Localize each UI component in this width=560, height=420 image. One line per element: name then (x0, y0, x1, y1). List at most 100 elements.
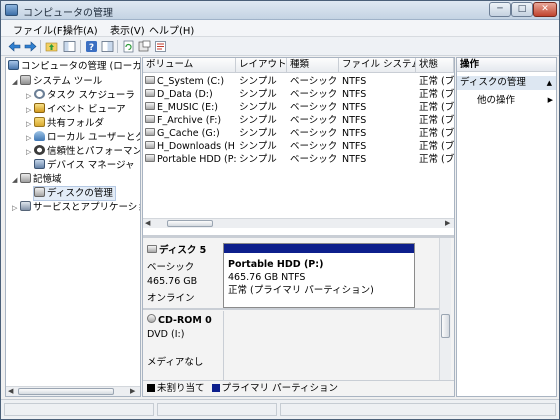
cell-status: 正常 (ブ (419, 101, 454, 114)
expand-arrow-icon[interactable]: ▷ (26, 118, 34, 131)
show-tree-icon[interactable] (63, 40, 76, 53)
volume-icon (145, 154, 155, 162)
scroll-left-icon[interactable]: ◀ (8, 387, 13, 395)
menu-file[interactable]: ファイル(F) (13, 22, 67, 37)
tree-item-services-apps[interactable]: ▷ サービスとアプリケーション (12, 201, 140, 215)
back-icon[interactable] (8, 40, 21, 53)
volume-row[interactable]: Portable HDD (P:) シンプル ベーシック NTFS 正常 (ブ (143, 153, 454, 166)
disk-map-vertical-scrollbar[interactable] (439, 238, 451, 383)
scroll-right-icon[interactable]: ▶ (130, 387, 135, 395)
volume-row[interactable]: D_Data (D:) シンプル ベーシック NTFS 正常 (ブ (143, 88, 454, 101)
tree-item-system-tools[interactable]: ◢ システム ツール (12, 75, 102, 88)
expand-arrow-icon[interactable]: ▷ (26, 132, 34, 145)
partition-name: Portable HDD (P:) (228, 259, 324, 270)
cell-type: ベーシック (290, 101, 339, 114)
cell-type: ベーシック (290, 153, 339, 166)
cell-filesystem-text: NTFS (342, 102, 367, 113)
tools-icon (20, 75, 31, 85)
collapse-up-icon[interactable]: ▲ (547, 76, 552, 90)
cell-status: 正常 (ブ (419, 75, 454, 88)
minimize-button[interactable]: ─ (489, 2, 511, 17)
collapse-arrow-icon[interactable]: ◢ (12, 76, 20, 89)
expand-arrow-icon[interactable]: ▷ (26, 146, 34, 159)
partition-portable-hdd[interactable]: Portable HDD (P:) 465.76 GB NTFS 正常 (プライ… (223, 243, 415, 308)
tree-item-device-manager[interactable]: デバイス マネージャ (34, 159, 135, 172)
column-header-layout[interactable]: レイアウト (236, 58, 287, 73)
refresh-icon[interactable] (122, 40, 135, 53)
column-header-status[interactable]: 状態 (416, 58, 454, 73)
maximize-button[interactable]: □ (511, 2, 533, 17)
volume-row[interactable]: C_System (C:) シンプル ベーシック NTFS 正常 (ブ (143, 75, 454, 88)
cell-status-text: 正常 (ブ (419, 141, 454, 152)
volume-icon (145, 115, 155, 123)
computer-management-window: コンピュータの管理 ─ □ ✕ ファイル(F) 操作(A) 表示(V) ヘルプ(… (0, 0, 560, 420)
forward-icon[interactable] (24, 40, 37, 53)
properties-icon[interactable] (154, 40, 167, 53)
volume-list-horizontal-scrollbar[interactable]: ◀ ▶ (143, 218, 454, 228)
column-header-volume[interactable]: ボリューム (143, 58, 236, 73)
expand-arrow-icon[interactable]: ▷ (26, 104, 34, 117)
cell-volume: Portable HDD (P:) (145, 153, 236, 166)
view-icon[interactable] (101, 40, 114, 53)
event-viewer-icon (34, 103, 45, 113)
cell-layout-text: シンプル (239, 102, 277, 113)
partition-size: 465.76 GB NTFS (228, 272, 306, 283)
cell-filesystem: NTFS (342, 153, 416, 166)
cell-status: 正常 (ブ (419, 127, 454, 140)
users-icon (34, 131, 45, 141)
cell-layout: シンプル (239, 140, 287, 153)
cell-type-text: ベーシック (290, 102, 338, 113)
tree-item-reliability[interactable]: ▷ 信頼性とパフォーマンス (26, 145, 140, 159)
action-other-operations[interactable]: 他の操作 ▶ (477, 94, 555, 107)
volume-row[interactable]: H_Downloads (H:) シンプル ベーシック NTFS 正常 (ブ (143, 140, 454, 153)
tree-horizontal-scrollbar[interactable]: ◀ ▶ (6, 386, 140, 396)
up-folder-icon[interactable] (45, 40, 58, 53)
toolbar: ? (1, 37, 559, 56)
tree-label: 共有フォルダ (47, 118, 105, 129)
close-button[interactable]: ✕ (533, 2, 557, 17)
tree-label: サービスとアプリケーション (33, 202, 140, 213)
tree-item-task-scheduler[interactable]: ▷ タスク スケジューラ (26, 89, 135, 102)
cell-type: ベーシック (290, 88, 339, 101)
disk-5-label[interactable]: ディスク 5 ベーシック 465.76 GB オンライン (147, 242, 219, 304)
collapse-arrow-icon[interactable]: ◢ (12, 174, 20, 187)
tree-item-shared-folders[interactable]: ▷ 共有フォルダ (26, 117, 104, 130)
scroll-right-icon[interactable]: ▶ (445, 219, 450, 227)
volume-row[interactable]: F_Archive (F:) シンプル ベーシック NTFS 正常 (ブ (143, 114, 454, 127)
svg-text:?: ? (89, 43, 94, 53)
cell-status: 正常 (ブ (419, 114, 454, 127)
cell-filesystem: NTFS (342, 140, 416, 153)
tree-item-event-viewer[interactable]: ▷ イベント ビューア (26, 103, 126, 116)
scroll-left-icon[interactable]: ◀ (145, 219, 150, 227)
menu-help[interactable]: ヘルプ(H) (149, 22, 194, 37)
column-header-filesystem[interactable]: ファイル システム (339, 58, 416, 73)
volume-row[interactable]: G_Cache (G:) シンプル ベーシック NTFS 正常 (ブ (143, 127, 454, 140)
column-header-type[interactable]: 種類 (287, 58, 339, 73)
export-icon[interactable] (138, 40, 151, 53)
actions-header: 操作 (457, 58, 556, 72)
cdrom-0-label[interactable]: CD-ROM 0 DVD (I:) メディアなし (147, 314, 219, 368)
cell-layout-text: シンプル (239, 154, 277, 165)
actions-section-disk-management[interactable]: ディスクの管理 ▲ (457, 76, 556, 90)
tree-label: タスク スケジューラ (47, 90, 135, 101)
tree-item-storage[interactable]: ◢ 記憶域 (12, 173, 62, 186)
cell-type: ベーシック (290, 75, 339, 88)
volume-row[interactable]: E_MUSIC (E:) シンプル ベーシック NTFS 正常 (ブ (143, 101, 454, 114)
cell-filesystem: NTFS (342, 114, 416, 127)
menu-action[interactable]: 操作(A) (63, 22, 98, 37)
cell-filesystem-text: NTFS (342, 141, 367, 152)
primary-partition-swatch (211, 384, 220, 392)
cell-filesystem-text: NTFS (342, 154, 367, 165)
scrollbar-thumb[interactable] (18, 388, 114, 395)
expand-arrow-icon[interactable]: ▷ (26, 90, 34, 103)
tree-item-root[interactable]: コンピュータの管理 (ローカル) (8, 60, 140, 73)
help-icon[interactable]: ? (85, 40, 98, 53)
cdrom-media: メディアなし (147, 357, 204, 368)
expand-arrow-icon[interactable]: ▷ (12, 202, 20, 215)
tree-item-local-users[interactable]: ▷ ローカル ユーザーとグループ (26, 131, 140, 145)
scrollbar-thumb[interactable] (441, 314, 450, 338)
menu-view[interactable]: 表示(V) (110, 22, 145, 37)
tree-item-disk-management[interactable]: ディスクの管理 (33, 186, 116, 201)
scrollbar-thumb[interactable] (167, 220, 213, 227)
status-bar (1, 399, 559, 419)
